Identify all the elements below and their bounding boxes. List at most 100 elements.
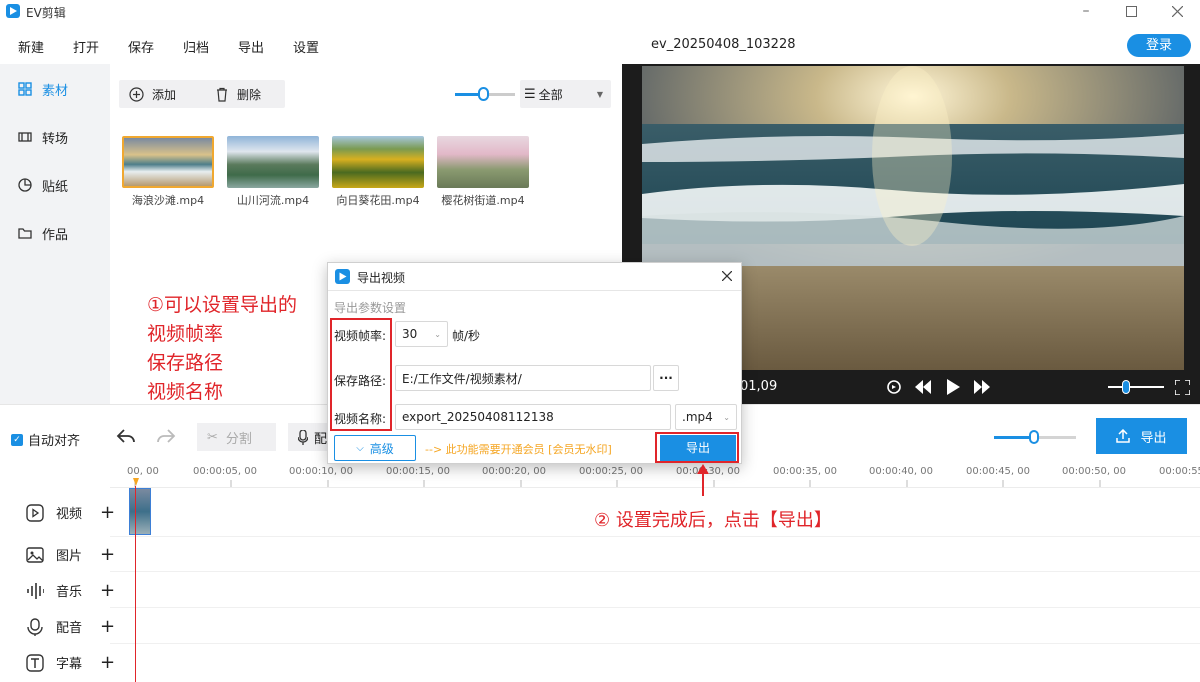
volume-handle[interactable]	[1122, 380, 1130, 394]
track-label: 图片	[56, 549, 83, 564]
framerate-select[interactable]: 30 ⌄	[395, 321, 448, 347]
path-input[interactable]: E:/工作文件/视频素材/	[395, 365, 651, 391]
trash-icon	[217, 87, 227, 102]
delete-media-button[interactable]: 删除	[205, 80, 285, 108]
play-icon[interactable]	[946, 379, 960, 395]
grid-icon	[18, 82, 32, 96]
ruler-tick: 00:00:40, 00	[869, 466, 933, 477]
annotation-line: 保存路径	[147, 352, 224, 374]
media-item[interactable]: 向日葵花田.mp4	[330, 136, 426, 208]
track-label: 配音	[56, 621, 83, 636]
menu-export[interactable]: 导出	[238, 37, 264, 56]
sidebar-item-sticker[interactable]: 贴纸	[18, 174, 68, 196]
add-track-item-icon[interactable]: +	[100, 616, 115, 637]
export-main-label: 导出	[1140, 430, 1167, 446]
add-track-item-icon[interactable]: +	[100, 544, 115, 565]
ruler-tick: 00:00:10, 00	[289, 466, 353, 477]
title-bar: EV剪辑 –	[0, 0, 1200, 24]
annotation-line: ①可以设置导出的	[147, 294, 298, 316]
scissors-icon: ✂	[207, 429, 218, 445]
close-window-icon[interactable]	[1172, 6, 1183, 17]
media-item[interactable]: 樱花树街道.mp4	[435, 136, 531, 208]
browse-path-button[interactable]: ···	[653, 365, 679, 391]
menu-settings[interactable]: 设置	[293, 37, 319, 56]
timeline-ruler[interactable]: 00, 00 00:00:05, 00 00:00:10, 00 00:00:1…	[110, 462, 1200, 488]
media-zoom-handle[interactable]	[478, 87, 489, 101]
text-icon	[26, 653, 44, 672]
auto-align-checkbox[interactable]: ✓ 自动对齐	[11, 430, 80, 449]
sidebar-item-label: 作品	[42, 227, 69, 243]
mic-icon	[298, 429, 308, 445]
voice-label: 配	[314, 431, 328, 447]
sidebar-item-transition[interactable]: 转场	[18, 126, 68, 148]
annotation-arrow-icon	[697, 464, 709, 496]
media-item[interactable]: 山川河流.mp4	[225, 136, 321, 208]
annotation-text: ①可以设置导出的 视频帧率 保存路径 视频名称	[147, 291, 297, 407]
voice-button[interactable]: 配	[288, 423, 332, 451]
sidebar-item-media[interactable]: 素材	[18, 78, 68, 100]
sidebar-item-works[interactable]: 作品	[18, 222, 68, 244]
chevron-down-icon: ⌄	[434, 329, 441, 339]
chevron-down-icon: ⌵	[356, 442, 364, 454]
fullscreen-icon[interactable]	[1175, 380, 1190, 395]
add-media-button[interactable]: 添加	[119, 80, 207, 108]
redo-icon[interactable]	[156, 427, 176, 445]
track-music: 音乐 +	[26, 580, 115, 601]
ruler-tick: 00:00:15, 00	[386, 466, 450, 477]
ruler-tick: 00:00:25, 00	[579, 466, 643, 477]
menu-open[interactable]: 打开	[73, 37, 99, 56]
filter-select[interactable]: ☰ 全部 ▼	[520, 80, 611, 108]
filter-label: 全部	[538, 87, 563, 102]
annotation-line: 视频名称	[147, 381, 224, 403]
export-main-button[interactable]: 导出	[1096, 418, 1187, 454]
name-input[interactable]: export_20250408112138	[395, 404, 671, 430]
annotation-step-2: ② 设置完成后，点击【导出】	[594, 510, 832, 531]
rewind-icon[interactable]	[915, 380, 931, 394]
menu-save[interactable]: 保存	[128, 37, 154, 56]
login-button[interactable]: 登录	[1127, 34, 1191, 57]
replay-icon[interactable]	[886, 379, 902, 395]
delete-label: 删除	[237, 87, 262, 102]
sidebar-item-label: 贴纸	[42, 179, 69, 195]
project-name: ev_20250408_103228	[651, 37, 796, 52]
menu-new[interactable]: 新建	[18, 37, 44, 56]
plus-circle-icon	[129, 86, 144, 102]
dialog-divider	[328, 290, 741, 291]
chevron-down-icon: ⌄	[723, 412, 730, 422]
time-display: 01,09	[740, 379, 778, 394]
track-voice: 配音 +	[26, 616, 115, 637]
split-button[interactable]: ✂ 分割	[197, 423, 276, 451]
menu-archive[interactable]: 归档	[183, 37, 209, 56]
thumbnail	[227, 136, 319, 188]
menu-bar: 新建 打开 保存 归档 导出 设置 ev_20250408_103228 登录	[0, 24, 1200, 64]
timeline-zoom-handle[interactable]	[1029, 430, 1039, 444]
app-logo-icon	[335, 269, 350, 284]
minimize-icon[interactable]: –	[1078, 0, 1094, 24]
ruler-tick: 00:00:20, 00	[482, 466, 546, 477]
format-select[interactable]: .mp4 ⌄	[675, 404, 737, 430]
advanced-button[interactable]: ⌵ 高级	[334, 435, 416, 461]
undo-icon[interactable]	[116, 427, 136, 445]
dialog-title: 导出视频	[357, 271, 406, 285]
name-value: export_20250408112138	[402, 410, 554, 424]
left-sidebar: 素材 转场 贴纸 作品	[0, 64, 110, 404]
add-track-item-icon[interactable]: +	[100, 502, 115, 523]
track-divider	[110, 643, 1200, 644]
add-label: 添加	[152, 87, 177, 102]
close-icon[interactable]	[722, 271, 732, 281]
add-track-item-icon[interactable]: +	[100, 652, 115, 673]
upload-icon	[1116, 429, 1131, 443]
ruler-tick: 00:00:50, 00	[1062, 466, 1126, 477]
section-label: 导出参数设置	[334, 301, 407, 315]
media-item[interactable]: 海浪沙滩.mp4	[120, 136, 216, 208]
add-track-item-icon[interactable]: +	[100, 580, 115, 601]
video-clip[interactable]	[129, 488, 151, 535]
maximize-icon[interactable]	[1126, 6, 1137, 17]
volume-slider[interactable]	[1108, 386, 1164, 388]
playhead[interactable]	[135, 486, 136, 682]
framerate-value: 30	[402, 327, 418, 341]
caret-down-icon: ▼	[596, 89, 603, 99]
fast-forward-icon[interactable]	[974, 380, 990, 394]
track-label: 音乐	[56, 585, 83, 600]
track-label: 视频	[56, 507, 83, 522]
